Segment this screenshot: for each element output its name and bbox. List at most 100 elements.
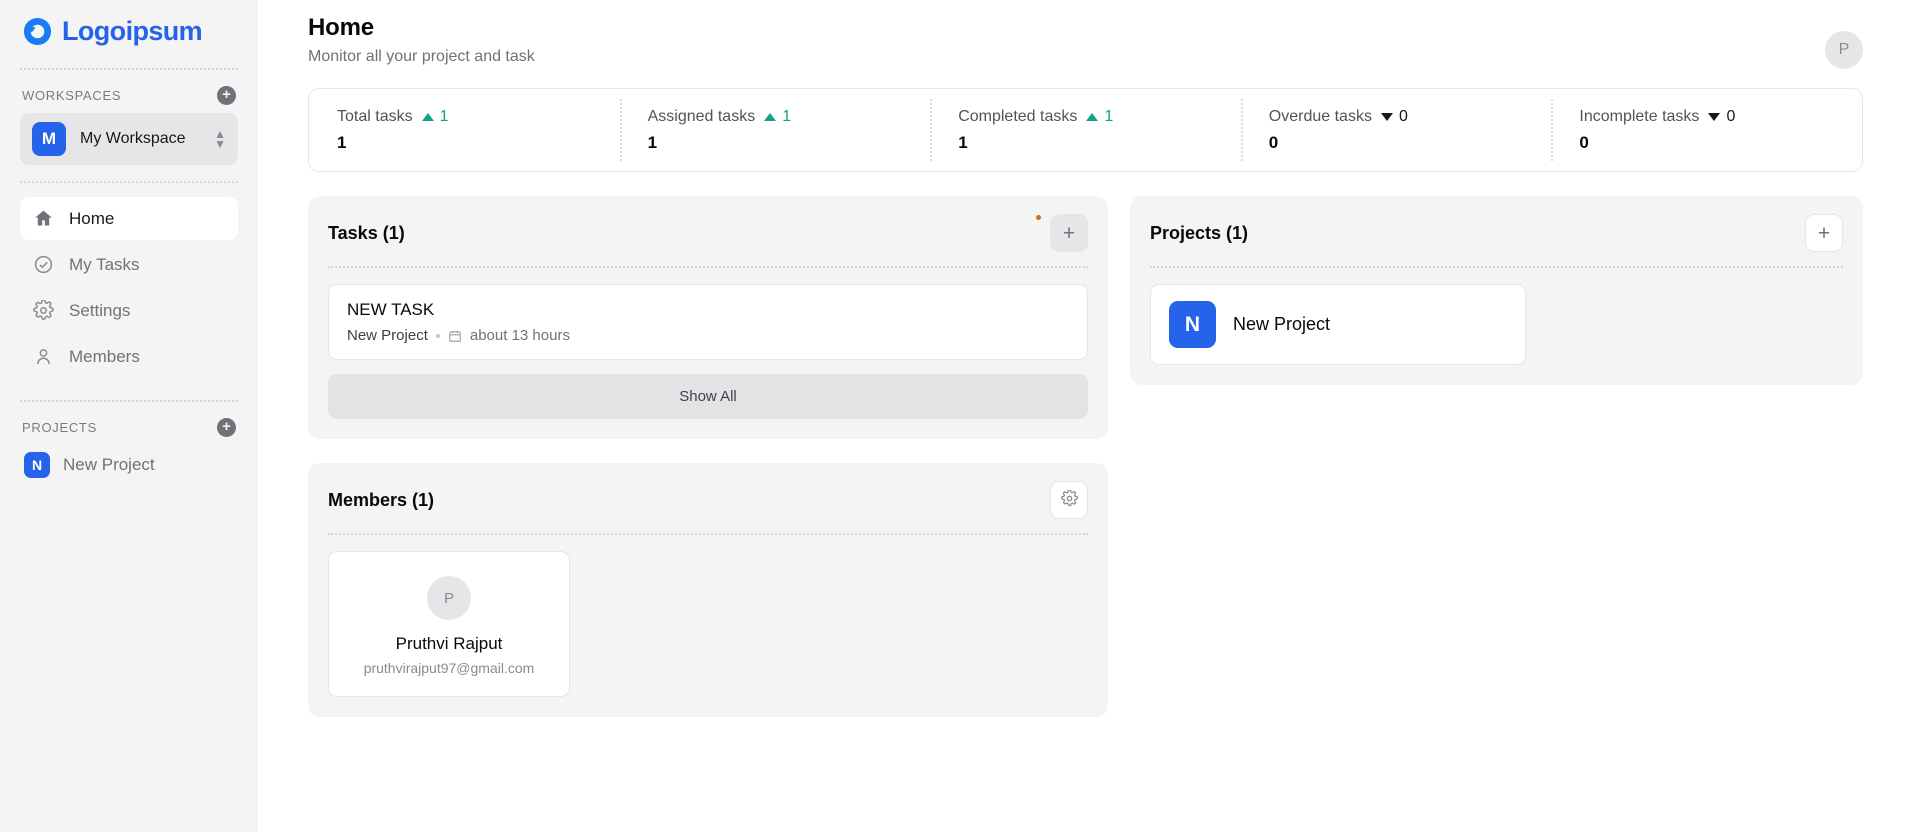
brand-logo[interactable]: Logoipsum xyxy=(20,0,238,62)
arrow-down-icon xyxy=(1380,112,1393,121)
topbar: Home Monitor all your project and task P xyxy=(258,0,1913,88)
tasks-panel: Tasks (1) + NEW TASK New Project about 1… xyxy=(308,196,1108,439)
project-avatar: N xyxy=(1169,301,1216,348)
task-due: about 13 hours xyxy=(469,327,570,344)
sidebar-item-members[interactable]: Members xyxy=(20,335,238,378)
project-label: New Project xyxy=(63,455,155,474)
projects-panel-header: Projects (1) + xyxy=(1150,214,1843,252)
projects-panel: Projects (1) + N New Project xyxy=(1130,196,1863,385)
sidebar-item-label: Settings xyxy=(69,300,131,320)
projects-label: PROJECTS xyxy=(22,420,97,435)
page-heading: Home Monitor all your project and task xyxy=(308,14,535,66)
meta-separator-dot xyxy=(435,333,440,338)
members-panel: Members (1) P Pruthvi Rajput pruthvirajp… xyxy=(308,463,1108,717)
brand-name: Logoipsum xyxy=(62,15,203,46)
app-root: Logoipsum WORKSPACES + M My Workspace ▲ ▼… xyxy=(0,0,1913,832)
sidebar: Logoipsum WORKSPACES + M My Workspace ▲ ▼… xyxy=(0,0,258,832)
project-card[interactable]: N New Project xyxy=(1150,284,1526,365)
members-settings-button[interactable] xyxy=(1050,481,1088,519)
members-panel-header: Members (1) xyxy=(328,481,1088,519)
stat-card-total-tasks: Total tasks 1 1 xyxy=(309,89,620,171)
stat-card-overdue-tasks: Overdue tasks 0 0 xyxy=(1240,89,1552,171)
workspace-name: My Workspace xyxy=(80,130,186,147)
check-circle-icon xyxy=(33,254,54,275)
page-subtitle: Monitor all your project and task xyxy=(308,48,535,65)
notification-dot xyxy=(1036,215,1041,220)
tasks-panel-title: Tasks (1) xyxy=(328,222,405,243)
members-panel-title: Members (1) xyxy=(328,489,435,510)
add-workspace-icon[interactable]: + xyxy=(217,86,236,105)
divider-nav xyxy=(20,181,238,183)
sidebar-project-new-project[interactable]: N New Project xyxy=(20,445,238,485)
workspaces-section-header: WORKSPACES + xyxy=(20,70,238,113)
gear-icon xyxy=(33,300,54,321)
show-all-tasks-button[interactable]: Show All xyxy=(328,374,1088,419)
member-card[interactable]: P Pruthvi Rajput pruthvirajput97@gmail.c… xyxy=(328,551,570,697)
task-project-name: New Project xyxy=(347,327,428,344)
add-project-icon[interactable]: + xyxy=(217,418,236,437)
task-card[interactable]: NEW TASK New Project about 13 hours xyxy=(328,284,1088,360)
right-column: Projects (1) + N New Project xyxy=(1130,196,1863,385)
home-icon xyxy=(33,208,54,229)
sidebar-item-settings[interactable]: Settings xyxy=(20,289,238,332)
arrow-up-icon xyxy=(764,112,777,121)
stat-value: 1 xyxy=(337,132,347,152)
logo-ring-icon xyxy=(22,16,53,47)
stat-header: Completed tasks 1 xyxy=(958,108,1213,126)
project-name: New Project xyxy=(1233,314,1331,334)
calendar-icon xyxy=(448,329,462,343)
task-meta: New Project about 13 hours xyxy=(347,327,1069,344)
main-content: Home Monitor all your project and task P… xyxy=(258,0,1913,832)
tasks-panel-divider xyxy=(328,266,1088,268)
task-title: NEW TASK xyxy=(347,300,435,319)
projects-panel-title: Projects (1) xyxy=(1150,222,1249,243)
stat-delta: 0 xyxy=(1380,107,1408,126)
content-area: Total tasks 1 1 Assigned tasks 1 1 Compl… xyxy=(258,88,1913,717)
members-panel-divider xyxy=(328,533,1088,535)
stat-delta-value: 0 xyxy=(1398,107,1408,125)
stat-delta: 1 xyxy=(1086,108,1113,126)
workspace-selector[interactable]: M My Workspace ▲ ▼ xyxy=(20,113,238,165)
stat-header: Overdue tasks 0 xyxy=(1269,108,1524,126)
sidebar-item-label: My Tasks xyxy=(69,254,140,274)
stat-card-incomplete-tasks: Incomplete tasks 0 0 xyxy=(1551,89,1862,171)
stat-label: Incomplete tasks xyxy=(1579,107,1700,125)
stat-header: Total tasks 1 xyxy=(337,108,592,126)
plus-icon: + xyxy=(1817,221,1831,245)
arrow-up-icon xyxy=(1086,112,1099,121)
sidebar-item-home[interactable]: Home xyxy=(20,197,238,240)
stat-label: Assigned tasks xyxy=(647,107,756,125)
stat-header: Incomplete tasks 0 xyxy=(1579,108,1834,126)
project-avatar: N xyxy=(24,452,50,478)
add-project-button[interactable]: + xyxy=(1805,214,1843,252)
stats-row: Total tasks 1 1 Assigned tasks 1 1 Compl… xyxy=(308,88,1863,172)
arrow-up-icon xyxy=(421,112,434,121)
user-icon xyxy=(33,346,54,367)
stat-value: 1 xyxy=(958,132,968,152)
panels-row: Tasks (1) + NEW TASK New Project about 1… xyxy=(308,196,1863,717)
sidebar-item-label: Members xyxy=(69,346,140,366)
stat-label: Overdue tasks xyxy=(1268,107,1372,125)
sidebar-item-my-tasks[interactable]: My Tasks xyxy=(20,243,238,286)
arrow-down-icon xyxy=(1708,112,1721,121)
member-avatar: P xyxy=(427,576,471,620)
workspaces-label: WORKSPACES xyxy=(22,88,122,103)
stat-delta-value: 1 xyxy=(782,107,792,125)
projects-panel-divider xyxy=(1150,266,1843,268)
stat-label: Total tasks xyxy=(337,107,413,125)
gear-icon xyxy=(1060,488,1078,511)
stat-delta: 0 xyxy=(1708,108,1735,126)
member-email: pruthvirajput97@gmail.com xyxy=(363,660,535,676)
stat-card-assigned-tasks: Assigned tasks 1 1 xyxy=(619,89,931,171)
chevron-up-down-icon: ▲ ▼ xyxy=(214,126,226,151)
sidebar-nav: Home My Tasks Settings Members xyxy=(20,197,238,378)
member-name: Pruthvi Rajput xyxy=(395,634,503,653)
stat-delta: 1 xyxy=(764,108,791,126)
stat-value: 0 xyxy=(1268,132,1279,152)
user-avatar[interactable]: P xyxy=(1825,31,1863,69)
left-column: Tasks (1) + NEW TASK New Project about 1… xyxy=(308,196,1108,717)
add-task-button[interactable]: + xyxy=(1050,214,1088,252)
stat-value: 1 xyxy=(647,132,658,152)
stat-header: Assigned tasks 1 xyxy=(648,108,903,126)
stat-label: Completed tasks xyxy=(958,107,1078,125)
